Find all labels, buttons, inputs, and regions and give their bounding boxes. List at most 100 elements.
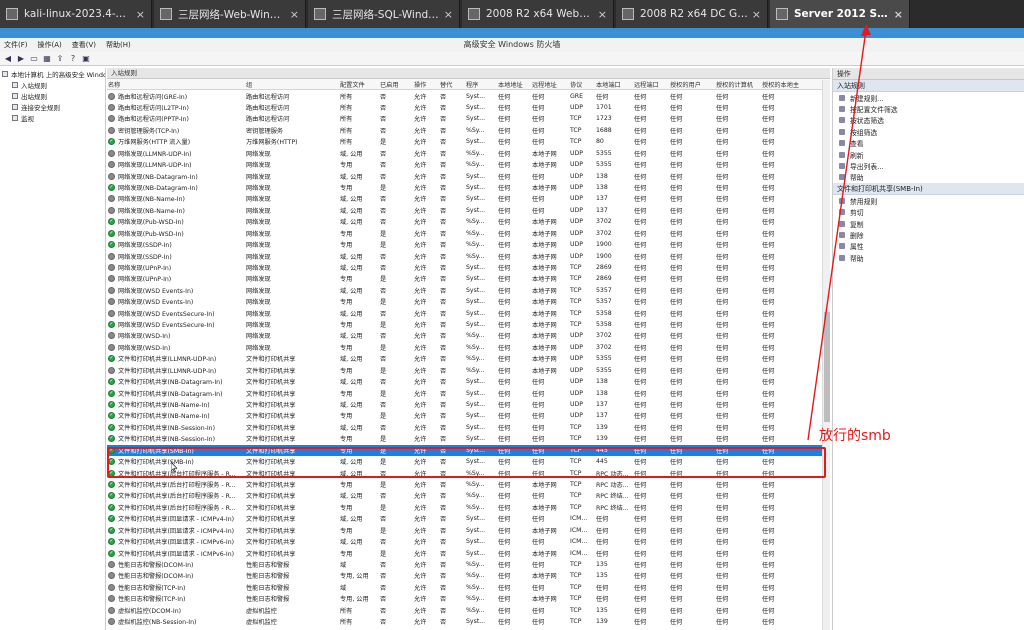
table-row[interactable]: 性能日志和警报(TCP-In) 性能日志和警报 专用, 公用 否 允许 否 %Sy... 任何… xyxy=(107,593,830,604)
rule-action-item[interactable]: 属性 xyxy=(833,241,1024,252)
table-row[interactable]: ✓ 文件和打印机共享(回显请求 - ICMPv4-In) 文件和打印机共享 域, 公用… xyxy=(107,513,830,524)
folder-icon[interactable]: ▭ xyxy=(29,54,39,64)
table-row[interactable]: ✓ 文件和打印机共享(后台打印程序服务 - R... 文件和打印机共享 专用是允许否%… xyxy=(107,502,830,513)
inbound-action-item[interactable]: 导出列表... xyxy=(833,160,1024,171)
table-row[interactable]: ✓ 网络发现(Pub-WSD-In) 网络发现 专用是允许否 %Sy... 任何 本地子网 U… xyxy=(107,227,830,238)
table-row[interactable]: ✓ 万维网服务(HTTP 流入量) 万维网服务(HTTP) 所有是允许否 Syst...… xyxy=(107,136,830,147)
rule-action-item[interactable]: 禁用规则 xyxy=(833,195,1024,206)
table-row[interactable]: ✓ 文件和打印机共享(回显请求 - ICMPv4-In) 文件和打印机共享 专用是允许… xyxy=(107,524,830,535)
vm-tab-dc[interactable]: 2008 R2 x64 DC God.org × xyxy=(616,0,768,28)
table-row[interactable]: ✓ 文件和打印机共享(NB-Session-In) 文件和打印机共享 专用是允许否 Sy… xyxy=(107,433,830,444)
table-row[interactable]: ✓ 文件和打印机共享(回显请求 - ICMPv6-In) 文件和打印机共享 域, 公用… xyxy=(107,536,830,547)
vm-tab-webserver[interactable]: 2008 R2 x64 WebServer × xyxy=(462,0,614,28)
table-row[interactable]: ✓ 文件和打印机共享(NB-Name-In) 文件和打印机共享 专用是允许否 Syst.… xyxy=(107,410,830,421)
table-row[interactable]: ✓ 文件和打印机共享(NB-Datagram-In) 文件和打印机共享 域, 公用否允… xyxy=(107,376,830,387)
scrollbar-thumb[interactable] xyxy=(824,312,830,422)
close-icon[interactable]: × xyxy=(290,8,299,21)
tree-item-inbound[interactable]: 入站规则 xyxy=(0,79,105,90)
table-row[interactable]: 网络发现(WSD-In) 网络发现 专用 是 允许 否 %Sy... 任何 本地子网 UDP 370… xyxy=(107,342,830,353)
vertical-scrollbar[interactable] xyxy=(822,80,830,630)
inbound-action-item[interactable]: 查看 xyxy=(833,138,1024,149)
table-row[interactable]: 网络发现(UPnP-In) 网络发现 专用 是 允许 否 Syst... 任何 本地子网 TCP 2… xyxy=(107,273,830,284)
column-header[interactable]: 本地地址 xyxy=(497,80,531,89)
table-row[interactable]: 虚拟机监控(DCOM-In) 虚拟机监控 所有 否 允许 否 %Sy... 任何 任何 TCP 13… xyxy=(107,604,830,615)
table-row[interactable]: 网络发现(WSD Events-In) 网络发现 专用 是 允许 否 Syst... 任何 本地… xyxy=(107,296,830,307)
column-header[interactable]: 配置文件 xyxy=(339,80,379,89)
vm-tab-kali[interactable]: kali-linux-2023.4-vmware-am... × xyxy=(0,0,152,28)
column-header[interactable]: 组 xyxy=(245,80,339,89)
vm-tab-sql[interactable]: 三层网络-SQL-Windows Serve... × xyxy=(308,0,460,28)
column-header[interactable]: 已启用 xyxy=(379,80,413,89)
table-row[interactable]: 网络发现(NB-Name-In) 网络发现 域, 公用 否 允许 否 Syst... 任何 任何… xyxy=(107,205,830,216)
actions-section-selected-rule[interactable]: 文件和打印机共享(SMB-In) xyxy=(833,183,1024,196)
help-icon[interactable]: ? xyxy=(68,54,78,64)
close-icon[interactable]: × xyxy=(444,8,453,21)
table-row[interactable]: 网络发现(SSDP-In) 网络发现 域, 公用 否 允许 否 %Sy... 任何 本地子网 UD… xyxy=(107,250,830,261)
column-header[interactable]: 名称 xyxy=(107,80,245,89)
column-header[interactable]: 操作 xyxy=(413,80,439,89)
tree-root[interactable]: 本地计算机 上的高级安全 Windows xyxy=(0,68,105,79)
table-row[interactable]: ✓ 文件和打印机共享(回显请求 - ICMPv6-In) 文件和打印机共享 专用是允许… xyxy=(107,547,830,558)
table-row[interactable]: ✓ 网络发现(NB-Datagram-In) 网络发现 专用是允许否 Syst... 任何… xyxy=(107,182,830,193)
vm-tab-web[interactable]: 三层网络-Web-Windows Serve... × xyxy=(154,0,306,28)
close-icon[interactable]: × xyxy=(752,8,761,21)
tree-item-connection-security[interactable]: 连接安全规则 xyxy=(0,101,105,112)
table-row[interactable]: 网络发现(UPnP-In) 网络发现 域, 公用 否 允许 否 Syst... 任何 本地子网 T… xyxy=(107,262,830,273)
rule-action-item[interactable]: 复制 xyxy=(833,218,1024,229)
column-header[interactable]: 本地端口 xyxy=(595,80,633,89)
back-icon[interactable]: ◀ xyxy=(3,54,13,64)
table-row[interactable]: 文件和打印机共享(LLMNR-UDP-In) 文件和打印机共享 专用 是 允许 否 %Sy.… xyxy=(107,365,830,376)
close-icon[interactable]: × xyxy=(136,8,145,21)
grid-icon[interactable]: ▦ xyxy=(42,54,52,64)
rule-action-item[interactable]: 删除 xyxy=(833,229,1024,240)
menu-help[interactable]: 帮助(H) xyxy=(106,39,131,51)
table-row[interactable]: ✓ 文件和打印机共享(LLMNR-UDP-In) 文件和打印机共享 域, 公用否允许否… xyxy=(107,353,830,364)
tree-item-outbound[interactable]: 出站规则 xyxy=(0,90,105,101)
actions-section-inbound[interactable]: 入站规则 xyxy=(833,80,1024,92)
table-row[interactable]: 网络发现(LLMNR-UDP-In) 网络发现 专用 否 允许 否 %Sy... 任何 本地子网… xyxy=(107,159,830,170)
menu-view[interactable]: 查看(V) xyxy=(72,39,96,51)
table-row[interactable]: ✓ 网络发现(WSD EventsSecure-In) 网络发现 专用是允许否 Syst… xyxy=(107,319,830,330)
table-row[interactable]: 性能日志和警报(DCOM-In) 性能日志和警报 专用, 公用 否 允许 否 %Sy... 任… xyxy=(107,570,830,581)
table-row[interactable]: 网络发现(WSD-In) 网络发现 域, 公用 否 允许 否 %Sy... 任何 本地子网 UDP… xyxy=(107,330,830,341)
inbound-action-item[interactable]: 按组筛选 xyxy=(833,126,1024,137)
table-row[interactable]: 虚拟机监控(NB-Session-In) 虚拟机监控 所有 否 允许 否 Syst... 任何… xyxy=(107,616,830,627)
vm-tab-sqlserver[interactable]: Server 2012 SqlServer × xyxy=(770,0,910,28)
table-row[interactable]: 性能日志和警报(TCP-In) 性能日志和警报 域 否 允许 否 %Sy... 任何 任何 TCP… xyxy=(107,582,830,593)
inbound-action-item[interactable]: 按配置文件筛选 xyxy=(833,103,1024,114)
inbound-action-item[interactable]: 帮助 xyxy=(833,172,1024,183)
inbound-action-item[interactable]: 按状态筛选 xyxy=(833,115,1024,126)
tree-item-monitoring[interactable]: 监视 xyxy=(0,112,105,123)
table-row[interactable]: 路由和远程访问(PPTP-In) 路由和远程访问 所有 否 允许 否 Syst... 任何 任何… xyxy=(107,113,830,124)
table-row[interactable]: 网络发现(NB-Name-In) 网络发现 域, 公用 否 允许 否 Syst... 任何 任何… xyxy=(107,193,830,204)
inbound-action-item[interactable]: 刷新 xyxy=(833,149,1024,160)
table-row[interactable]: ✓ 文件和打印机共享(NB-Datagram-In) 文件和打印机共享 专用是允许否 S… xyxy=(107,387,830,398)
column-header[interactable]: 授权的计算机 xyxy=(715,80,761,89)
table-row[interactable]: 路由和远程访问(GRE-In) 路由和远程访问 所有 否 允许 否 Syst... 任何 任何 G… xyxy=(107,90,830,101)
table-row[interactable]: 性能日志和警报(DCOM-In) 性能日志和警报 域 否 允许 否 %Sy... 任何 任何 TC… xyxy=(107,559,830,570)
table-row[interactable]: ✓ 文件和打印机共享(后台打印程序服务 - R... 文件和打印机共享 专用是允许否%… xyxy=(107,479,830,490)
rule-action-item[interactable]: 帮助 xyxy=(833,252,1024,263)
menu-file[interactable]: 文件(F) xyxy=(4,39,28,51)
column-header[interactable]: 替代 xyxy=(439,80,465,89)
inbound-action-item[interactable]: 新建规则... xyxy=(833,92,1024,103)
column-header[interactable]: 远程地址 xyxy=(531,80,569,89)
table-row[interactable]: ✓ 网络发现(SSDP-In) 网络发现 专用是允许否 %Sy... 任何 本地子网 UDP 1… xyxy=(107,239,830,250)
export-icon[interactable]: ⇪ xyxy=(55,54,65,64)
close-icon[interactable]: × xyxy=(894,8,903,21)
table-row[interactable]: 网络发现(LLMNR-UDP-In) 网络发现 域, 公用 否 允许 否 %Sy... 任何 本… xyxy=(107,148,830,159)
table-row[interactable]: 网络发现(WSD EventsSecure-In) 网络发现 域, 公用 否 允许 否 Sy… xyxy=(107,307,830,318)
forward-icon[interactable]: ▶ xyxy=(16,54,26,64)
table-row[interactable]: ✓ 文件和打印机共享(NB-Name-In) 文件和打印机共享 域, 公用否允许否 Sy… xyxy=(107,399,830,410)
column-header[interactable]: 协议 xyxy=(569,80,595,89)
menu-action[interactable]: 操作(A) xyxy=(38,39,62,51)
table-row[interactable]: 网络发现(WSD Events-In) 网络发现 域, 公用 否 允许 否 Syst... 任… xyxy=(107,285,830,296)
panel-icon[interactable]: ▣ xyxy=(81,54,91,64)
table-row[interactable]: 路由和远程访问(L2TP-In) 路由和远程访问 所有 否 允许 否 Syst... 任何 任何… xyxy=(107,102,830,113)
table-row[interactable]: 密钥管理服务(TCP-In) 密钥管理服务 所有 否 允许 否 %Sy... 任何 任何 TCP 1… xyxy=(107,125,830,136)
column-header[interactable]: 远程端口 xyxy=(633,80,669,89)
rule-action-item[interactable]: 剪切 xyxy=(833,207,1024,218)
column-header[interactable]: 程序 xyxy=(465,80,497,89)
table-row[interactable]: ✓ 文件和打印机共享(NB-Session-In) 文件和打印机共享 域, 公用否允许… xyxy=(107,422,830,433)
column-header[interactable]: 授权的本地主 xyxy=(761,80,805,89)
